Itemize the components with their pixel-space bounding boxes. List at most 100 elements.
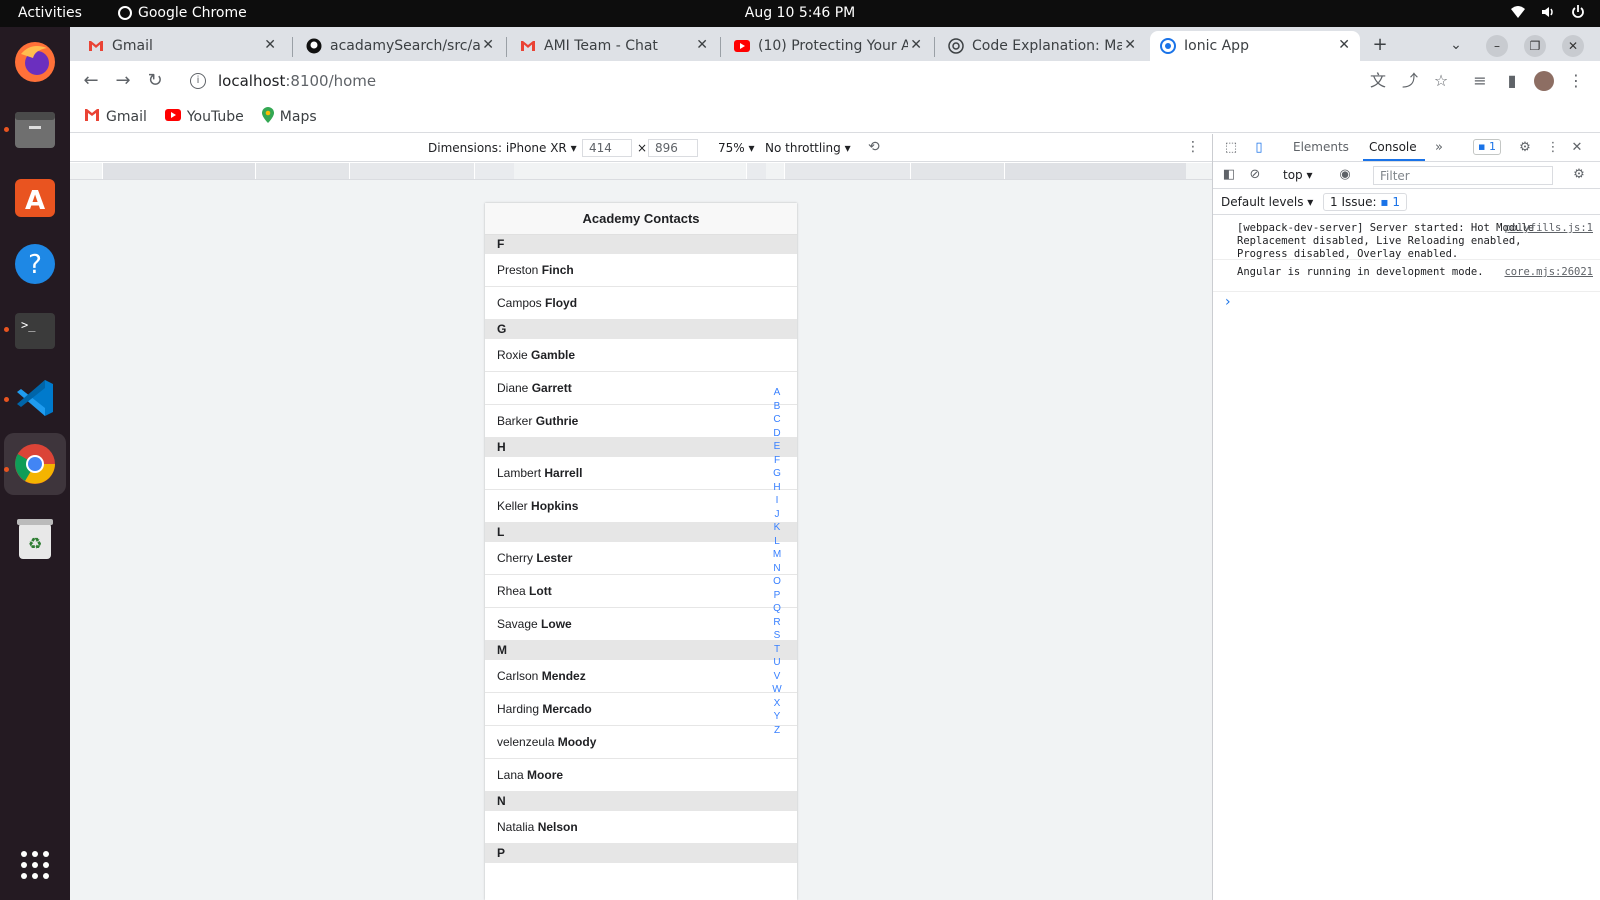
index-letter[interactable]: H bbox=[771, 481, 783, 495]
media-query-ruler[interactable] bbox=[70, 163, 1212, 180]
tab-chatgpt[interactable]: Code Explanation: Ma ✕ bbox=[938, 31, 1146, 61]
minimize-button[interactable]: – bbox=[1486, 35, 1508, 57]
contact-item[interactable]: Diane Garrett bbox=[485, 372, 797, 405]
show-apps-icon[interactable] bbox=[10, 840, 60, 890]
menu-icon[interactable]: ⋮ bbox=[1566, 71, 1586, 91]
tab-chat[interactable]: AMI Team - Chat ✕ bbox=[510, 31, 718, 61]
share-icon[interactable]: ⤴ bbox=[1400, 71, 1420, 91]
height-input[interactable]: 896 bbox=[648, 139, 698, 157]
contact-item[interactable]: Natalia Nelson bbox=[485, 811, 797, 844]
context-select[interactable]: top ▾ bbox=[1283, 168, 1313, 182]
index-letter[interactable]: J bbox=[771, 508, 783, 522]
index-letter[interactable]: V bbox=[771, 670, 783, 684]
sidebar-toggle-icon[interactable]: ◧ bbox=[1221, 167, 1237, 183]
clock[interactable]: Aug 10 5:46 PM bbox=[0, 5, 1600, 21]
reading-list-icon[interactable]: ≡ bbox=[1470, 71, 1490, 91]
index-letter[interactable]: O bbox=[771, 575, 783, 589]
eye-icon[interactable]: ◉ bbox=[1337, 167, 1353, 183]
index-letter[interactable]: D bbox=[771, 427, 783, 441]
maximize-button[interactable]: ❐ bbox=[1524, 35, 1546, 57]
message-badge[interactable]: ▪ 1 bbox=[1473, 139, 1501, 155]
tab-gmail[interactable]: Gmail ✕ bbox=[78, 31, 286, 61]
contact-item[interactable]: Savage Lowe bbox=[485, 608, 797, 641]
index-letter[interactable]: F bbox=[771, 454, 783, 468]
filter-input[interactable]: Filter bbox=[1373, 166, 1553, 185]
contact-item[interactable]: Preston Finch bbox=[485, 254, 797, 287]
tab-elements[interactable]: Elements bbox=[1293, 140, 1349, 154]
close-icon[interactable]: ✕ bbox=[1338, 37, 1350, 53]
more-tabs-icon[interactable]: » bbox=[1431, 140, 1447, 156]
settings-icon[interactable]: ⚙ bbox=[1517, 140, 1533, 156]
zoom-select[interactable]: 75% ▾ bbox=[718, 141, 755, 155]
bookmark-youtube[interactable]: YouTube bbox=[164, 108, 244, 125]
index-letter[interactable]: Q bbox=[771, 602, 783, 616]
index-letter[interactable]: Z bbox=[771, 724, 783, 738]
tab-console[interactable]: Console bbox=[1369, 140, 1417, 154]
help-icon[interactable]: ? bbox=[10, 239, 60, 289]
default-levels-select[interactable]: Default levels ▾ bbox=[1221, 195, 1313, 209]
source-link[interactable]: polyfills.js:1 bbox=[1504, 222, 1593, 235]
bookmark-maps[interactable]: Maps bbox=[261, 106, 317, 127]
width-input[interactable]: 414 bbox=[582, 139, 632, 157]
console-message[interactable]: [webpack-dev-server] Server started: Hot… bbox=[1213, 218, 1600, 260]
contact-item[interactable]: Cherry Lester bbox=[485, 542, 797, 575]
close-devtools-icon[interactable]: ✕ bbox=[1569, 140, 1585, 156]
index-letter[interactable]: I bbox=[771, 494, 783, 508]
translate-icon[interactable]: 文 bbox=[1368, 71, 1388, 91]
tab-ionic-app[interactable]: Ionic App ✕ bbox=[1150, 31, 1360, 61]
contact-item[interactable]: velenzeula Moody bbox=[485, 726, 797, 759]
close-window-button[interactable]: ✕ bbox=[1562, 35, 1584, 57]
new-tab-button[interactable]: + bbox=[1370, 35, 1390, 55]
tab-search-icon[interactable]: ⌄ bbox=[1446, 35, 1466, 55]
app-center-icon[interactable]: A bbox=[10, 172, 60, 222]
back-button[interactable]: ← bbox=[80, 70, 102, 92]
index-letter[interactable]: U bbox=[771, 656, 783, 670]
console-settings-icon[interactable]: ⚙ bbox=[1571, 167, 1587, 183]
index-letter[interactable]: G bbox=[771, 467, 783, 481]
bookmark-gmail[interactable]: Gmail bbox=[84, 108, 147, 126]
contact-item[interactable]: Harding Mercado bbox=[485, 693, 797, 726]
index-letter[interactable]: P bbox=[771, 589, 783, 603]
contact-item[interactable]: Lambert Harrell bbox=[485, 457, 797, 490]
rotate-icon[interactable]: ⟲ bbox=[868, 139, 880, 155]
devtools-menu-icon[interactable]: ⋮ bbox=[1545, 140, 1561, 156]
more-options-icon[interactable]: ⋮ bbox=[1186, 139, 1200, 155]
bookmark-star-icon[interactable]: ☆ bbox=[1431, 71, 1451, 91]
index-letter[interactable]: W bbox=[771, 683, 783, 697]
firefox-icon[interactable] bbox=[10, 37, 60, 87]
trash-icon[interactable]: ♻ bbox=[10, 514, 60, 564]
contact-item[interactable]: Roxie Gamble bbox=[485, 339, 797, 372]
index-letter[interactable]: B bbox=[771, 400, 783, 414]
profile-avatar[interactable] bbox=[1534, 71, 1554, 91]
console-message[interactable]: Angular is running in development mode. … bbox=[1213, 262, 1600, 292]
vscode-icon[interactable] bbox=[10, 373, 60, 423]
reload-button[interactable]: ↻ bbox=[144, 70, 166, 92]
index-letter[interactable]: Y bbox=[771, 710, 783, 724]
index-letter[interactable]: N bbox=[771, 562, 783, 576]
close-icon[interactable]: ✕ bbox=[696, 37, 708, 53]
source-link[interactable]: core.mjs:26021 bbox=[1504, 266, 1593, 279]
contact-item[interactable]: Barker Guthrie bbox=[485, 405, 797, 438]
index-letter[interactable]: E bbox=[771, 440, 783, 454]
contact-item[interactable]: Campos Floyd bbox=[485, 287, 797, 320]
forward-button[interactable]: → bbox=[112, 70, 134, 92]
index-letter[interactable]: K bbox=[771, 521, 783, 535]
close-icon[interactable]: ✕ bbox=[482, 37, 494, 53]
terminal-icon[interactable]: >_ bbox=[10, 306, 60, 356]
tab-youtube[interactable]: (10) Protecting Your A ✕ bbox=[724, 31, 932, 61]
side-panel-icon[interactable]: ▮ bbox=[1502, 71, 1522, 91]
index-letter[interactable]: S bbox=[771, 629, 783, 643]
throttling-select[interactable]: No throttling ▾ bbox=[765, 141, 851, 155]
address-bar[interactable]: i localhost:8100/home bbox=[178, 65, 1428, 97]
index-letter[interactable]: C bbox=[771, 413, 783, 427]
site-info-icon[interactable]: i bbox=[190, 73, 206, 89]
alphabet-index[interactable]: ABCDEFGHIJKLMNOPQRSTUVWXYZ bbox=[771, 386, 783, 737]
close-icon[interactable]: ✕ bbox=[264, 37, 276, 53]
tab-github[interactable]: acadamySearch/src/a ✕ bbox=[296, 31, 504, 61]
index-letter[interactable]: M bbox=[771, 548, 783, 562]
issues-button[interactable]: 1 Issue: ▪ 1 bbox=[1323, 193, 1407, 211]
device-select[interactable]: Dimensions: iPhone XR ▾ bbox=[428, 141, 577, 155]
contact-item[interactable]: Carlson Mendez bbox=[485, 660, 797, 693]
files-icon[interactable] bbox=[10, 105, 60, 155]
contact-item[interactable]: Keller Hopkins bbox=[485, 490, 797, 523]
